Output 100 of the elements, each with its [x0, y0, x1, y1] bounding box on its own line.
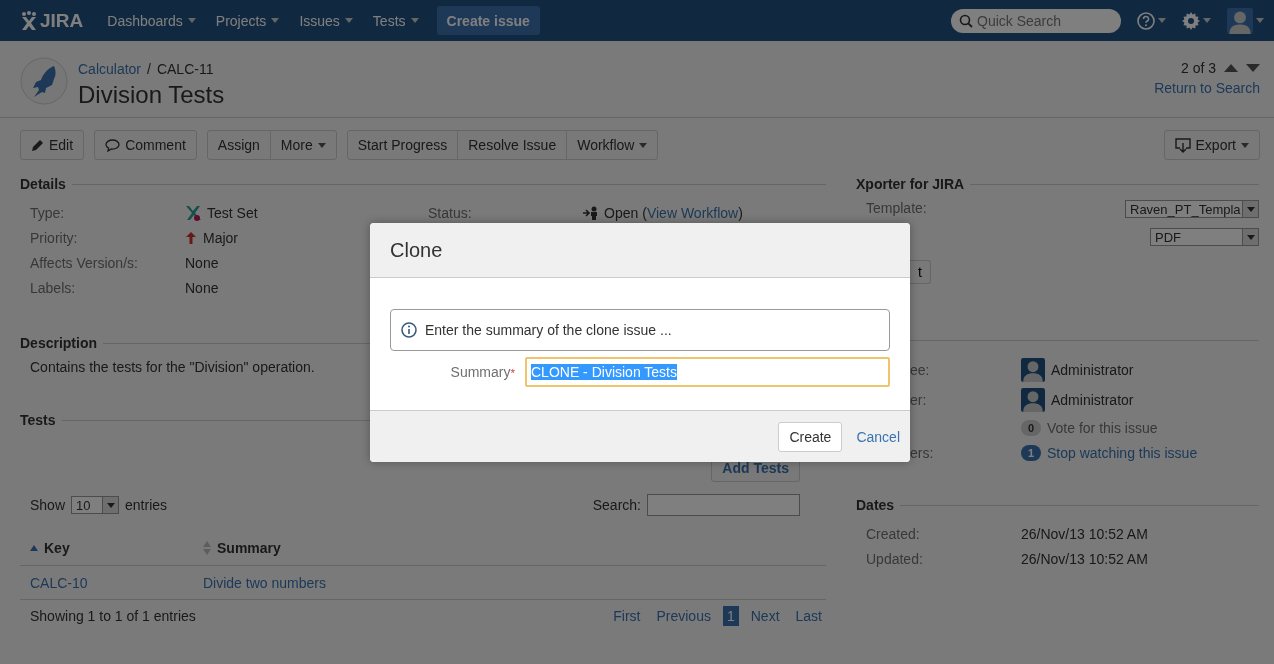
page-size-select[interactable]: 10 [71, 496, 120, 514]
parenthesis: ) [738, 204, 743, 221]
caret-icon [1246, 234, 1255, 240]
caret-icon [271, 18, 280, 23]
caret-icon [1158, 18, 1166, 23]
field-value: Major [185, 229, 238, 246]
section-heading: Dates [856, 497, 895, 513]
caret-icon [344, 18, 353, 23]
issue-title: Division Tests [78, 81, 225, 109]
status-value: Open [604, 204, 639, 221]
pagination-link[interactable]: 1 [722, 606, 739, 626]
field-label: Type: [30, 204, 66, 221]
search-icon [959, 13, 973, 28]
toolbar-button[interactable]: Resolve Issue [457, 130, 568, 160]
export-action-button[interactable]: t [910, 260, 931, 284]
caret-icon [410, 18, 419, 23]
field-label: er: [909, 392, 928, 408]
create-issue-button[interactable]: Create issue [436, 6, 540, 35]
format-select[interactable]: PDF [1150, 228, 1259, 246]
logo-text: JIRA [40, 9, 84, 32]
caret-icon [106, 502, 115, 508]
settings-icon [1182, 11, 1200, 30]
caret-icon [1241, 142, 1249, 148]
return-to-search-link[interactable]: Return to Search [1154, 80, 1260, 96]
user-name: Administrator [1051, 392, 1134, 408]
create-button[interactable]: Create [778, 421, 843, 452]
previous-issue-icon[interactable] [1224, 64, 1238, 72]
project-avatar-icon [20, 57, 68, 105]
test-set-icon [185, 204, 201, 221]
nav-menu[interactable]: Issues [289, 12, 363, 29]
table-info: Showing 1 to 1 of 1 entries [30, 608, 196, 624]
field-label: Affects Version/s: [30, 254, 139, 271]
project-link[interactable]: Calculator [78, 61, 142, 77]
pagination-link[interactable]: Next [746, 606, 784, 626]
field-value: None [185, 279, 219, 296]
section-heading: Details [20, 176, 66, 192]
entries-label: entries [125, 497, 168, 513]
column-header[interactable]: Key [30, 539, 203, 556]
field-value: None [185, 254, 219, 271]
breadcrumb-separator: / [147, 61, 151, 77]
info-icon [401, 322, 417, 338]
settings-menu[interactable] [1182, 11, 1211, 30]
status-icon [583, 205, 599, 220]
section-heading: Description [20, 335, 97, 351]
toolbar-button[interactable]: Assign [206, 130, 271, 160]
help-menu[interactable] [1137, 11, 1166, 30]
vote-text: Vote for this issue [1047, 420, 1158, 436]
field-label: ers: [909, 445, 935, 461]
toolbar-button[interactable]: Comment [94, 130, 197, 160]
parenthesis: ( [642, 204, 647, 221]
summary-field[interactable]: CLONE - Division Tests [525, 357, 890, 387]
issue-key-link[interactable]: CALC-10 [30, 574, 88, 591]
table-search-field[interactable] [647, 494, 800, 516]
nav-menu[interactable]: Tests [362, 12, 429, 29]
caret-icon [1246, 206, 1255, 212]
toolbar-button[interactable]: Workflow [566, 130, 659, 160]
export-button[interactable]: Export [1163, 130, 1260, 160]
field-label: ee: [909, 362, 931, 378]
user-avatar-icon [1227, 7, 1253, 34]
help-icon [1137, 11, 1155, 30]
toolbar-button[interactable]: Edit [20, 130, 85, 160]
required-mark: * [510, 365, 515, 379]
column-header[interactable]: Summary [203, 539, 603, 556]
section-heading: Xporter for JIRA [856, 176, 965, 192]
pagination-link[interactable]: Last [791, 606, 826, 626]
toolbar-button[interactable]: Start Progress [346, 130, 459, 160]
section-heading: Tests [20, 412, 56, 428]
field-label: Labels: [30, 279, 77, 296]
caret-icon [1256, 18, 1264, 23]
field-label: Template: [866, 200, 927, 216]
dialog-title: Clone [390, 238, 443, 262]
view-workflow-link[interactable]: View Workflow [646, 204, 739, 221]
field-label: Priority: [30, 229, 79, 246]
pagination-link[interactable]: First [609, 606, 645, 626]
watch-link[interactable]: Stop watching this issue [1047, 445, 1198, 461]
field-value: Test Set [185, 204, 258, 221]
pager-count: 2 of 3 [1180, 60, 1216, 76]
sort-icon [203, 540, 211, 555]
next-issue-icon[interactable] [1246, 64, 1260, 72]
test-summary-link[interactable]: Divide two numbers [203, 574, 326, 591]
export-icon [1174, 137, 1191, 153]
toolbar-button[interactable]: More [269, 130, 337, 160]
search-label: Search: [592, 497, 641, 513]
description-text: Contains the tests for the "Division" operation. [30, 359, 315, 375]
nav-menu[interactable]: Projects [205, 12, 290, 29]
show-label: Show [30, 497, 66, 513]
user-avatar-icon [1021, 358, 1045, 382]
info-text: Enter the summary of the clone issue ... [425, 322, 672, 338]
quick-search-field[interactable]: Quick Search [951, 8, 1121, 33]
template-select[interactable]: Raven_PT_Templa [1125, 200, 1259, 218]
nav-menu[interactable]: Dashboards [97, 12, 206, 29]
up-arrow-icon [185, 230, 197, 245]
field-label: Created: [866, 525, 921, 542]
pagination-link[interactable]: Previous [652, 606, 715, 626]
user-name: Administrator [1051, 362, 1134, 378]
cancel-link[interactable]: Cancel [856, 428, 900, 445]
field-label: Summary [450, 364, 511, 380]
profile-menu[interactable] [1227, 7, 1264, 34]
issue-key-link[interactable]: CALC-11 [156, 61, 214, 77]
caret-icon [187, 18, 196, 23]
